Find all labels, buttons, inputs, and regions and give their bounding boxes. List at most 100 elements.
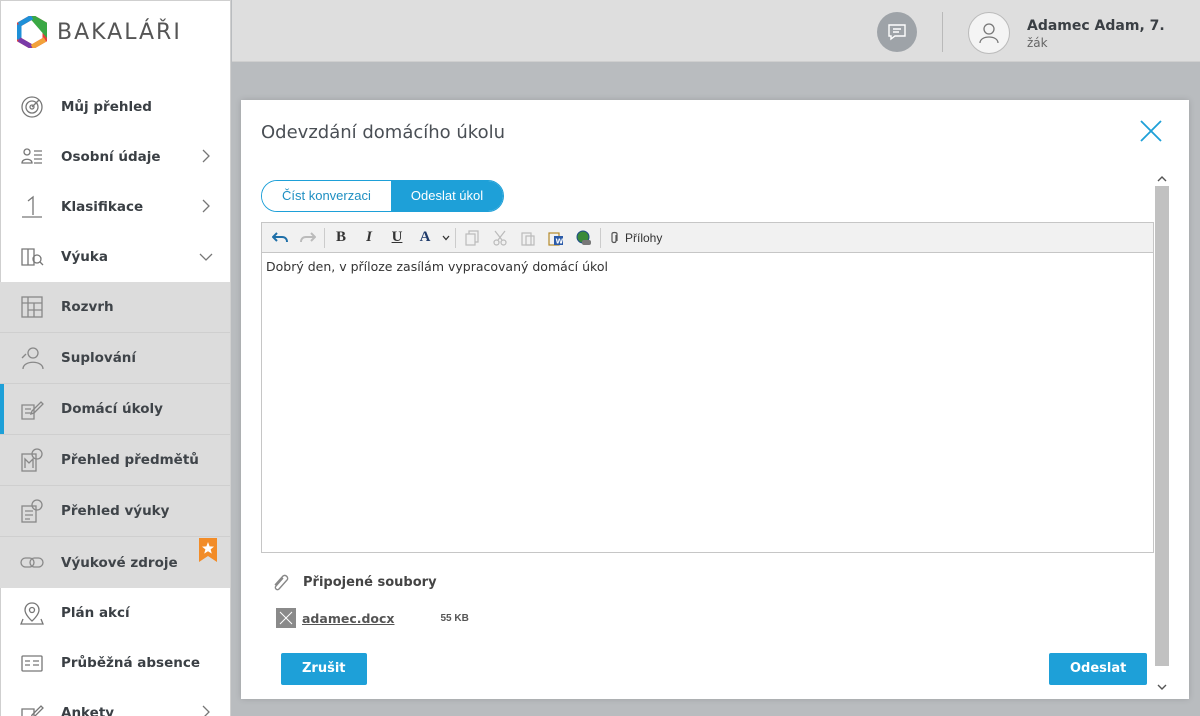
- file-name-link[interactable]: adamec.docx: [302, 611, 395, 626]
- sidebar-nav: Můj přehled Osobní údaje Klasifikace Výu…: [0, 82, 230, 716]
- sidebar-item-domaci-ukoly[interactable]: Domácí úkoly: [0, 384, 230, 435]
- pencil-icon: [19, 700, 45, 716]
- chevron-down-icon: [442, 235, 450, 240]
- sidebar-item-label: Rozvrh: [61, 299, 114, 315]
- cut-button[interactable]: [486, 226, 514, 250]
- attached-files-label: Připojené soubory: [303, 574, 437, 590]
- divider: [455, 227, 456, 248]
- chevron-right-icon: [202, 149, 210, 163]
- svg-text:W: W: [556, 237, 564, 245]
- sidebar-item-suplovani[interactable]: Suplování: [0, 333, 230, 384]
- copy-icon: [465, 229, 479, 246]
- sidebar-item-label: Můj přehled: [61, 99, 152, 115]
- remove-file-icon: [279, 611, 293, 625]
- underline-icon: U: [391, 229, 403, 245]
- chevron-right-icon: [202, 199, 210, 213]
- redo-icon: [300, 231, 316, 242]
- attached-files-header: Připojené soubory: [271, 572, 437, 592]
- subjects-icon: [19, 447, 45, 473]
- star-badge-icon: [199, 538, 217, 562]
- sidebar-item-label: Osobní údaje: [61, 149, 161, 165]
- dialog-scrollbar[interactable]: [1155, 172, 1169, 694]
- user-icon: [979, 23, 999, 44]
- sidebar-item-klasifikace[interactable]: Klasifikace: [0, 182, 230, 232]
- editor-toolbar: B I U A W Přílohy: [262, 223, 1153, 253]
- scrollbar-thumb[interactable]: [1155, 186, 1169, 666]
- lessons-icon: [19, 498, 45, 524]
- link-icon: [19, 550, 45, 576]
- font-color-button[interactable]: A: [411, 226, 439, 250]
- font-color-icon: A: [419, 229, 431, 245]
- logo[interactable]: BAKALÁŘI: [17, 15, 182, 49]
- top-header: Adamec Adam, 7. žák: [232, 0, 1200, 62]
- sidebar-item-label: Přehled předmětů: [61, 452, 199, 468]
- divider: [324, 227, 325, 248]
- sidebar: BAKALÁŘI Můj přehled Osobní údaje Klasif…: [0, 0, 231, 716]
- italic-button[interactable]: I: [355, 226, 383, 250]
- sidebar-item-prehled-vyuky[interactable]: Přehled výuky: [0, 486, 230, 537]
- message-body[interactable]: Dobrý den, v příloze zasílám vypracovaný…: [262, 253, 1153, 280]
- bold-icon: B: [335, 229, 346, 245]
- sidebar-item-label: Suplování: [61, 350, 137, 366]
- cancel-button[interactable]: Zrušit: [281, 653, 367, 685]
- underline-button[interactable]: U: [383, 226, 411, 250]
- sidebar-item-label: Klasifikace: [61, 199, 144, 215]
- sidebar-item-prehled-predmetu[interactable]: Přehled předmětů: [0, 435, 230, 486]
- bold-button[interactable]: B: [327, 226, 355, 250]
- sidebar-submenu-vyuka: Rozvrh Suplování Domácí úkoly Přehled př…: [0, 282, 230, 588]
- sidebar-item-label: Ankety: [61, 705, 115, 716]
- file-remove-button[interactable]: [276, 608, 296, 628]
- copy-button[interactable]: [458, 226, 486, 250]
- rich-text-editor: B I U A W Přílohy Dobrý den, v příloze z…: [261, 222, 1154, 553]
- timetable-icon: [19, 294, 45, 320]
- file-size: 55 KB: [440, 612, 469, 624]
- sidebar-item-plan-akci[interactable]: Plán akcí: [0, 588, 230, 638]
- homework-icon: [19, 396, 45, 422]
- sidebar-item-label: Plán akcí: [61, 605, 130, 621]
- sidebar-item-osobni-udaje[interactable]: Osobní údaje: [0, 132, 230, 182]
- insert-link-button[interactable]: [570, 226, 598, 250]
- sidebar-item-vyukove-zdroje[interactable]: Výukové zdroje: [0, 537, 230, 588]
- paste-icon: [521, 231, 535, 246]
- user-role: žák: [1027, 36, 1048, 50]
- sidebar-item-label: Domácí úkoly: [61, 401, 163, 417]
- sidebar-item-ankety[interactable]: Ankety: [0, 688, 230, 716]
- bakalari-logo-icon: [17, 16, 47, 48]
- close-icon[interactable]: [1139, 119, 1163, 143]
- avatar[interactable]: [968, 12, 1010, 54]
- paste-word-button[interactable]: W: [542, 226, 570, 250]
- scroll-up-icon: [1157, 176, 1167, 182]
- sidebar-item-muj-prehled[interactable]: Můj přehled: [0, 82, 230, 132]
- tab-send-homework[interactable]: Odeslat úkol: [390, 181, 504, 211]
- sidebar-item-prubezna-absence[interactable]: Průběžná absence: [0, 638, 230, 688]
- substitution-icon: [19, 345, 45, 371]
- sidebar-item-label: Výuka: [61, 249, 108, 265]
- user-name[interactable]: Adamec Adam, 7.: [1027, 18, 1165, 34]
- divider: [0, 0, 230, 1]
- sidebar-item-label: Přehled výuky: [61, 503, 170, 519]
- chevron-right-icon: [202, 705, 210, 716]
- sidebar-item-rozvrh[interactable]: Rozvrh: [0, 282, 230, 333]
- dialog-tabs: Číst konverzaci Odeslat úkol: [261, 180, 505, 212]
- person-list-icon: [19, 144, 45, 170]
- font-color-dropdown[interactable]: [439, 226, 453, 250]
- attachments-button[interactable]: Přílohy: [603, 231, 668, 245]
- homework-submit-dialog: Odevzdání domácího úkolu Číst konverzaci…: [241, 100, 1189, 699]
- send-button[interactable]: Odeslat: [1049, 653, 1148, 685]
- sidebar-item-label: Výukové zdroje: [61, 554, 178, 571]
- chat-bubble-icon: [888, 24, 906, 41]
- attached-file: adamec.docx 55 KB: [276, 608, 469, 628]
- undo-icon: [272, 231, 288, 242]
- tab-read-conversation[interactable]: Číst konverzaci: [262, 181, 391, 211]
- redo-button[interactable]: [294, 226, 322, 250]
- globe-link-icon: [576, 230, 591, 245]
- paste-from-word-icon: W: [548, 231, 564, 246]
- chevron-down-icon: [199, 253, 213, 261]
- messages-button[interactable]: [877, 12, 917, 52]
- paste-button[interactable]: [514, 226, 542, 250]
- undo-button[interactable]: [266, 226, 294, 250]
- id-card-icon: [19, 650, 45, 676]
- dialog-title: Odevzdání domácího úkolu: [261, 122, 506, 143]
- grade-one-icon: [19, 194, 45, 220]
- sidebar-item-vyuka[interactable]: Výuka: [0, 232, 230, 282]
